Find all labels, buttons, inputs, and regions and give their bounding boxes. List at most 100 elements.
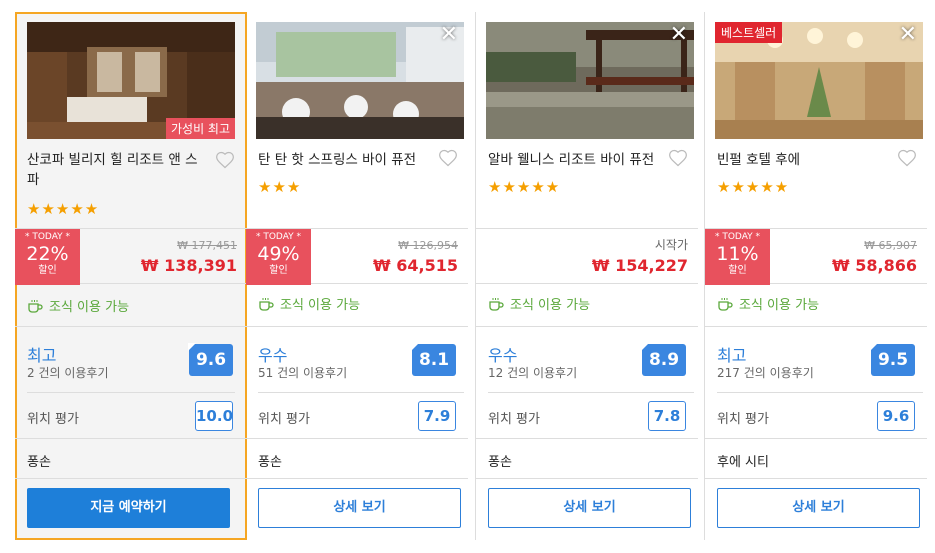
- hotel-photo[interactable]: 가성비 최고: [27, 22, 235, 139]
- star-rating: ★★★★★: [27, 200, 100, 218]
- divider: [246, 478, 468, 479]
- hotel-photo[interactable]: ✕: [486, 22, 694, 139]
- breakfast-label: 조식 이용 가능: [739, 298, 820, 313]
- area-name: 퐁손: [488, 455, 512, 470]
- today-label: * TODAY *: [255, 232, 302, 242]
- price-box: * TODAY * 49% 할인 ₩ 126,954 ₩ 64,515: [246, 228, 468, 285]
- hotel-name[interactable]: 알바 웰니스 리조트 바이 퓨전: [488, 150, 668, 170]
- heart-icon[interactable]: [215, 150, 235, 170]
- details-button[interactable]: 상세 보기: [717, 488, 920, 528]
- rating-word: 최고: [717, 346, 747, 365]
- divider: [476, 326, 698, 327]
- breakfast-info: 조식 이용 가능: [27, 296, 129, 315]
- divider: [705, 478, 927, 479]
- close-icon[interactable]: ✕: [670, 24, 688, 46]
- location-label: 위치 평가: [717, 412, 769, 427]
- value-badge: 가성비 최고: [165, 118, 235, 139]
- hotel-name[interactable]: 빈펄 호텔 후에: [717, 150, 897, 170]
- hotel-card-4[interactable]: 베스트셀러 ✕ 빈펄 호텔 후에 ★★★★★ * TODAY * 11% 할인 …: [705, 12, 927, 540]
- location-score: 7.8: [648, 401, 686, 431]
- hotel-card-1[interactable]: 가성비 최고 산코파 빌리지 힐 리조트 앤 스파 ★★★★★ * TODAY …: [15, 12, 247, 540]
- review-score: 8.1: [411, 343, 456, 376]
- review-score: 9.5: [870, 343, 915, 376]
- sale-price: ₩ 154,227: [591, 256, 688, 275]
- discount-percent: 22%: [26, 243, 69, 265]
- discount-label: 할인: [728, 265, 747, 276]
- breakfast-label: 조식 이용 가능: [49, 300, 130, 315]
- divider: [717, 392, 923, 393]
- heart-icon[interactable]: [897, 148, 917, 168]
- price-box: * TODAY * 22% 할인 ₩ 177,451 ₩ 138,391: [15, 228, 247, 285]
- review-score: 9.6: [188, 343, 233, 376]
- bestseller-badge: 베스트셀러: [715, 22, 783, 43]
- today-discount-badge: * TODAY * 11% 할인: [705, 229, 770, 285]
- sale-price: ₩ 138,391: [140, 256, 237, 275]
- breakfast-info: 조식 이용 가능: [488, 294, 590, 313]
- discount-percent: 11%: [716, 243, 759, 265]
- location-label: 위치 평가: [27, 412, 79, 427]
- location-label: 위치 평가: [258, 412, 310, 427]
- divider: [476, 438, 698, 439]
- divider: [246, 438, 468, 439]
- location-label: 위치 평가: [488, 412, 540, 427]
- details-button[interactable]: 상세 보기: [258, 488, 461, 528]
- divider: [705, 438, 927, 439]
- breakfast-label: 조식 이용 가능: [280, 298, 361, 313]
- review-count[interactable]: 51 건의 이용후기: [258, 364, 347, 381]
- today-label: * TODAY *: [714, 232, 761, 242]
- divider: [246, 326, 468, 327]
- original-price: ₩ 126,954: [398, 239, 458, 252]
- sale-price: ₩ 64,515: [373, 256, 458, 275]
- hotel-name[interactable]: 산코파 빌리지 힐 리조트 앤 스파: [27, 150, 207, 190]
- divider: [15, 478, 247, 479]
- coffee-cup-icon: [488, 296, 504, 312]
- today-label: * TODAY *: [24, 232, 71, 242]
- coffee-cup-icon: [258, 296, 274, 312]
- today-discount-badge: * TODAY * 49% 할인: [246, 229, 311, 285]
- review-score: 8.9: [641, 343, 686, 376]
- hotel-card-3[interactable]: ✕ 알바 웰니스 리조트 바이 퓨전 ★★★★★ 시작가 ₩ 154,227 조…: [476, 12, 698, 540]
- close-icon[interactable]: ✕: [440, 24, 458, 46]
- divider: [258, 392, 464, 393]
- heart-icon[interactable]: [438, 148, 458, 168]
- divider: [705, 326, 927, 327]
- details-button[interactable]: 상세 보기: [488, 488, 691, 528]
- today-discount-badge: * TODAY * 22% 할인: [15, 229, 80, 285]
- start-price-label: 시작가: [654, 238, 688, 252]
- hotel-comparison: 가성비 최고 산코파 빌리지 힐 리조트 앤 스파 ★★★★★ * TODAY …: [0, 0, 935, 553]
- location-score: 7.9: [418, 401, 456, 431]
- star-rating: ★★★: [258, 178, 302, 196]
- star-rating: ★★★★★: [488, 178, 561, 196]
- original-price: ₩ 177,451: [177, 239, 237, 252]
- rating-word: 우수: [488, 346, 518, 365]
- hotel-card-2[interactable]: ✕ 탄 탄 핫 스프링스 바이 퓨전 ★★★ * TODAY * 49% 할인 …: [246, 12, 468, 540]
- close-icon[interactable]: ✕: [899, 24, 917, 46]
- hotel-photo[interactable]: 베스트셀러 ✕: [715, 22, 923, 139]
- hotel-photo[interactable]: ✕: [256, 22, 464, 139]
- hotel-name[interactable]: 탄 탄 핫 스프링스 바이 퓨전: [258, 150, 438, 170]
- area-name: 퐁손: [27, 455, 51, 470]
- divider: [476, 478, 698, 479]
- book-now-button[interactable]: 지금 예약하기: [27, 488, 230, 528]
- divider: [27, 392, 235, 393]
- review-count[interactable]: 2 건의 이용후기: [27, 364, 109, 381]
- star-rating: ★★★★★: [717, 178, 790, 196]
- discount-label: 할인: [38, 265, 57, 276]
- price-box: * TODAY * 11% 할인 ₩ 65,907 ₩ 58,866: [705, 228, 927, 285]
- breakfast-info: 조식 이용 가능: [717, 294, 819, 313]
- original-price: ₩ 65,907: [864, 239, 917, 252]
- divider: [488, 392, 694, 393]
- review-count[interactable]: 12 건의 이용후기: [488, 364, 577, 381]
- location-score: 10.0: [195, 401, 233, 431]
- area-name: 후에 시티: [717, 455, 769, 470]
- sale-price: ₩ 58,866: [832, 256, 917, 275]
- review-count[interactable]: 217 건의 이용후기: [717, 364, 814, 381]
- discount-percent: 49%: [257, 243, 300, 265]
- location-score: 9.6: [877, 401, 915, 431]
- heart-icon[interactable]: [668, 148, 688, 168]
- rating-word: 우수: [258, 346, 288, 365]
- breakfast-info: 조식 이용 가능: [258, 294, 360, 313]
- breakfast-label: 조식 이용 가능: [510, 298, 591, 313]
- price-box: 시작가 ₩ 154,227: [476, 228, 698, 284]
- coffee-cup-icon: [27, 298, 43, 314]
